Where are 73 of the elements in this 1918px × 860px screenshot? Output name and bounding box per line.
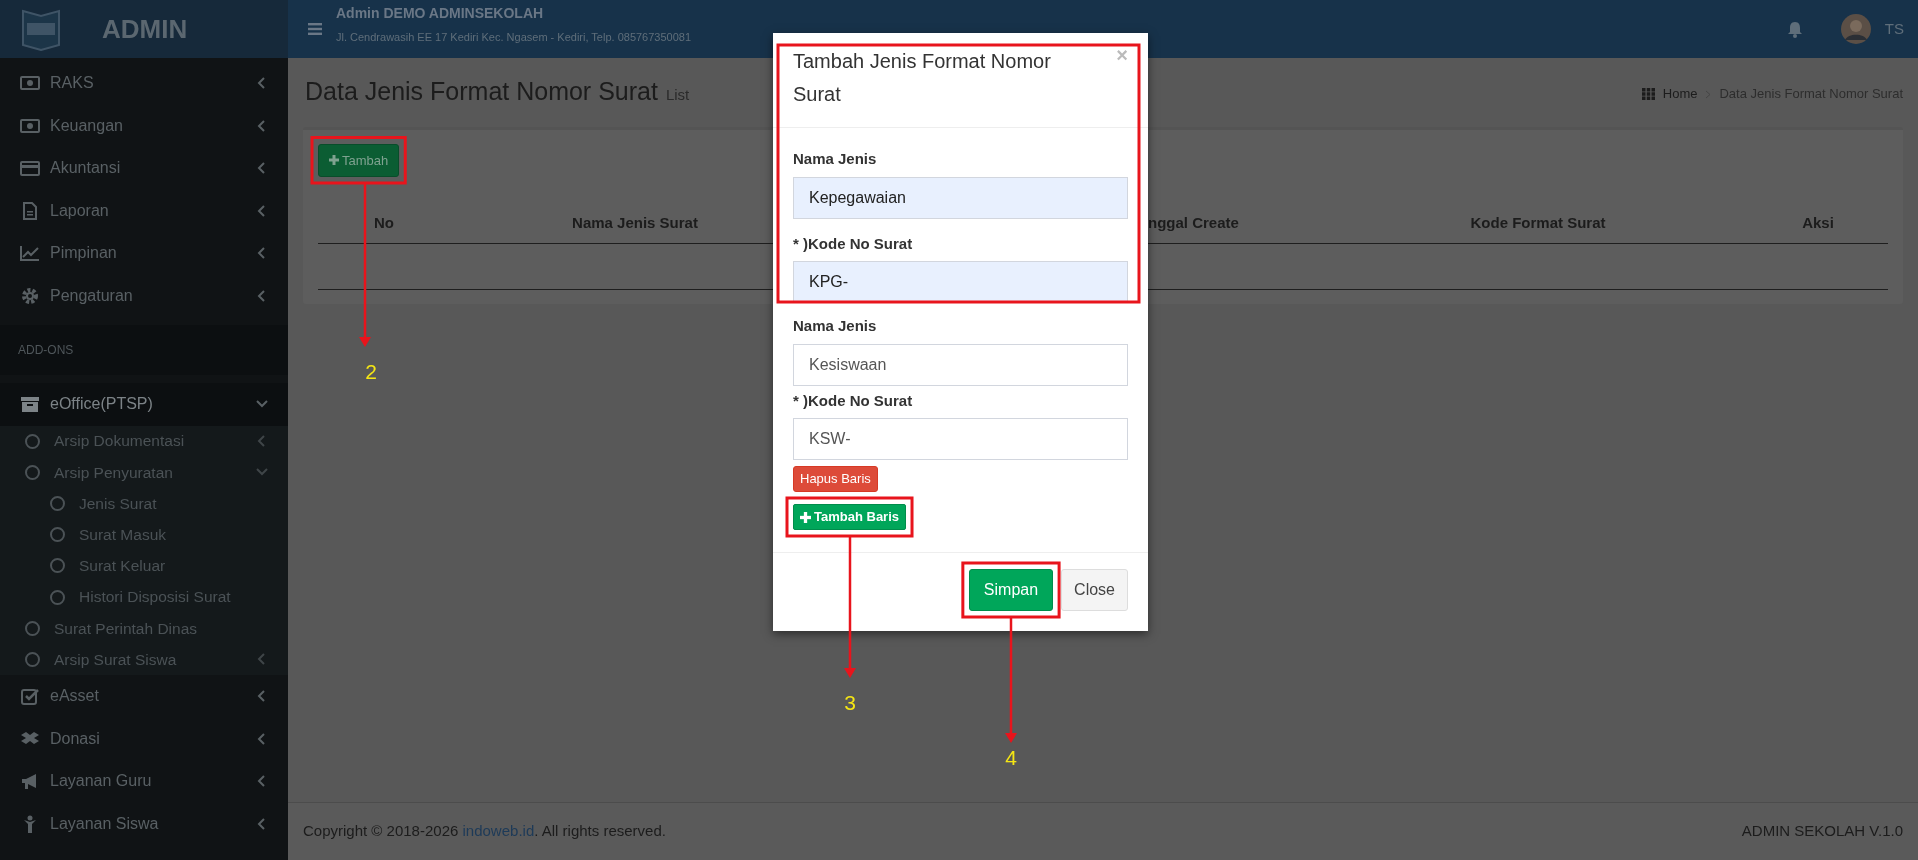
circle-icon <box>25 651 40 667</box>
sidebar-item[interactable]: Keuangan <box>0 104 288 147</box>
text-field[interactable]: Kesiswaan <box>793 343 1128 386</box>
circle-icon <box>50 495 65 511</box>
sidebar-subitem[interactable]: Surat Masuk <box>0 519 288 551</box>
column-header: Kode Format Surat <box>1469 212 1607 233</box>
save-button[interactable]: Simpan <box>968 569 1054 611</box>
user-initials[interactable]: TS <box>1884 17 1904 41</box>
line-chart-icon <box>20 244 40 263</box>
step-number: 4 <box>1005 746 1017 769</box>
sidebar-subitem[interactable]: Arsip Penyuratan <box>0 456 288 488</box>
bell-icon[interactable] <box>1786 20 1803 38</box>
money-icon <box>20 116 40 135</box>
circle-icon <box>50 527 65 543</box>
circle-icon <box>50 558 65 574</box>
step-number: 2 <box>365 360 377 383</box>
sidebar-subitem[interactable]: Histori Disposisi Surat <box>0 581 288 613</box>
archive-box-icon <box>20 395 40 414</box>
copyright-text: Copyright © 2018-2026 indoweb.id. All rights reserved. <box>303 821 666 842</box>
circle-icon <box>25 433 40 449</box>
sidebar-item[interactable]: RAKS <box>0 62 288 105</box>
sidebar-item[interactable]: Pimpinan <box>0 232 288 275</box>
field-label: Nama Jenis <box>793 149 878 169</box>
sidebar-item[interactable]: eOffice(PTSP) <box>0 383 288 426</box>
sidebar-subitem[interactable]: Jenis Surat <box>0 487 288 520</box>
add-row-button[interactable]: Tambah Baris <box>793 504 906 530</box>
breadcrumb-link[interactable]: Home <box>1662 84 1698 104</box>
step-number: 3 <box>844 691 856 714</box>
sidebar-subitem[interactable]: Surat Perintah Dinas <box>0 612 288 644</box>
section-label: ADD-ONS <box>0 325 288 375</box>
circle-icon <box>50 589 65 605</box>
grid-icon <box>1641 88 1655 100</box>
sidebar-subitem[interactable]: Surat Keluar <box>0 550 288 582</box>
version-text: ADMIN SEKOLAH V.1.0 <box>1741 821 1903 842</box>
gear-icon <box>20 286 40 305</box>
field-label: Nama Jenis <box>793 316 878 336</box>
plus-icon <box>800 511 811 523</box>
remove-row-button[interactable]: Hapus Baris <box>793 466 878 492</box>
column-header: Aksi <box>1801 212 1835 233</box>
close-button[interactable]: Close <box>1061 569 1128 611</box>
modal-title: Tambah Jenis Format Nomor Surat <box>793 49 1052 107</box>
text-field[interactable]: Kepegawaian <box>793 176 1128 219</box>
document-icon <box>20 201 40 220</box>
sidebar-item[interactable]: Donasi <box>0 717 288 760</box>
field-label: * )Kode No Surat <box>793 390 914 411</box>
column-header: Nama Jenis Surat <box>571 212 699 233</box>
avatar-icon[interactable] <box>1840 14 1871 44</box>
plus-icon <box>329 155 339 166</box>
sidebar-item[interactable]: Layanan Siswa <box>0 802 288 845</box>
add-button[interactable]: Tambah <box>318 143 400 177</box>
field-label: * )Kode No Surat <box>793 233 914 254</box>
text-field[interactable]: KSW- <box>793 418 1128 460</box>
school-address: Jl. Cendrawasih EE 17 Kediri Kec. Ngasem - Kediri, Telp. 085767350081 <box>336 30 693 45</box>
sidebar-item[interactable]: Layanan Guru <box>0 760 288 803</box>
sidebar-subitem[interactable]: Arsip Surat Siswa <box>0 643 288 675</box>
sidebar-item[interactable]: Akuntansi <box>0 147 288 190</box>
brand-title: ADMIN <box>102 12 188 46</box>
checkbox-icon <box>20 687 40 706</box>
sidebar-item[interactable]: eAsset <box>0 675 288 718</box>
page-title: Data Jenis Format Nomor Surat <box>305 77 658 105</box>
menu-icon[interactable] <box>308 23 322 35</box>
book-logo-icon <box>20 7 62 51</box>
circle-icon <box>25 620 40 636</box>
school-name: Admin DEMO ADMINSEKOLAH <box>336 4 545 22</box>
money-icon <box>20 74 40 93</box>
column-header: nggal Create <box>1147 212 1240 233</box>
sidebar-subitem[interactable]: Arsip Dokumentasi <box>0 425 288 457</box>
circle-icon <box>25 464 40 480</box>
credit-card-icon <box>20 159 40 178</box>
column-header: No <box>373 212 395 233</box>
sidebar-item[interactable]: Laporan <box>0 189 288 232</box>
text-field[interactable]: KPG- <box>793 261 1128 303</box>
sidebar-item[interactable]: Pengaturan <box>0 274 288 317</box>
